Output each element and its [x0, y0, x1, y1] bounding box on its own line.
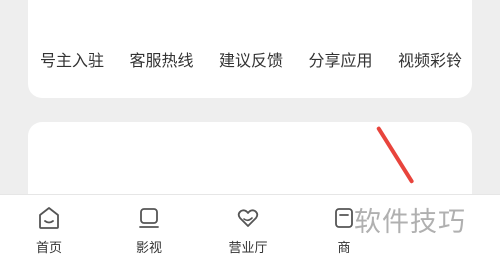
nav-item-home[interactable]: 首页 [14, 195, 84, 263]
nav-item-movies[interactable]: 影视 [114, 195, 184, 263]
nav-label-shop: 商 [337, 241, 351, 256]
quick-link-creator-join[interactable]: 号主入驻 [40, 47, 104, 71]
tv-icon [136, 205, 162, 231]
nav-item-service-hall[interactable]: 营业厅 [213, 195, 283, 263]
quick-link-feedback[interactable]: 建议反馈 [219, 47, 283, 71]
nav-label-movies: 影视 [135, 241, 162, 256]
quick-link-hotline[interactable]: 客服热线 [129, 47, 193, 71]
home-icon [36, 205, 62, 231]
quick-link-share-app[interactable]: 分享应用 [308, 47, 372, 71]
nav-label-service-hall: 营业厅 [228, 241, 268, 256]
services-card: 号主入驻 客服热线 建议反馈 分享应用 视频彩铃 [28, 0, 472, 98]
quick-links-row: 号主入驻 客服热线 建议反馈 分享应用 视频彩铃 [28, 44, 472, 74]
watermark: 软件技巧 [354, 207, 466, 238]
quick-link-video-ringtone[interactable]: 视频彩铃 [398, 47, 462, 71]
heart-hand-icon [235, 205, 261, 231]
nav-label-home: 首页 [35, 241, 62, 256]
